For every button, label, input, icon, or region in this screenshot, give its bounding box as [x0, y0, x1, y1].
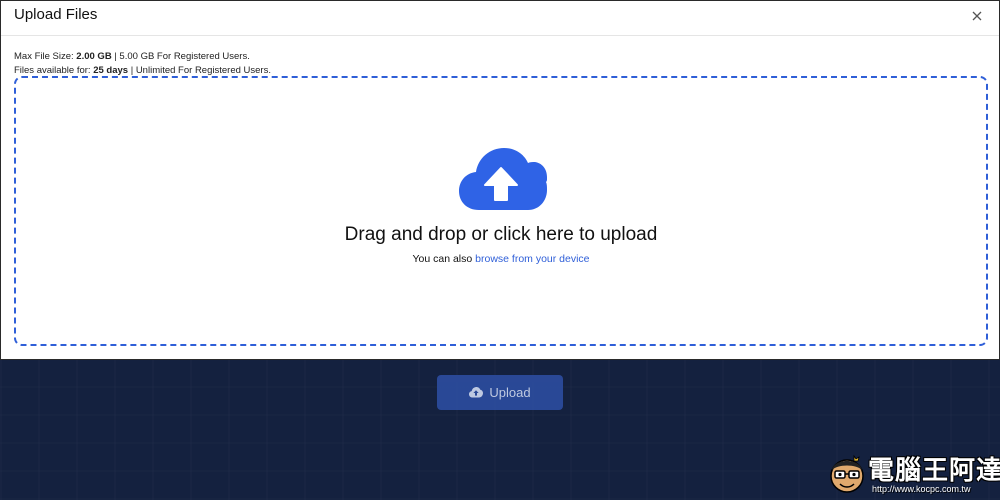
upload-button-label: Upload	[489, 385, 531, 400]
upload-modal: Upload Files Max File Size: 2.00 GB | 5.…	[0, 0, 1000, 360]
cloud-upload-icon	[459, 148, 547, 212]
watermark-text: 電腦王阿達	[868, 456, 1000, 486]
close-icon	[967, 6, 987, 26]
cloud-upload-icon	[469, 387, 484, 398]
max-file-size-value: 2.00 GB	[76, 51, 112, 62]
mascot-face-icon	[828, 454, 866, 494]
availability-value: 25 days	[93, 65, 129, 76]
file-dropzone[interactable]: Drag and drop or click here to upload Yo…	[14, 76, 988, 346]
upload-button[interactable]: Upload	[437, 375, 563, 410]
max-file-size-line: Max File Size: 2.00 GB | 5.00 GB For Reg…	[14, 51, 250, 62]
upload-limits-info: Max File Size: 2.00 GB | 5.00 GB For Reg…	[14, 50, 271, 78]
browse-device-link[interactable]: browse from your device	[475, 253, 589, 265]
watermark-logo: 電腦王阿達 http://www.kocpc.com.tw	[828, 450, 1000, 498]
modal-header: Upload Files	[1, 1, 999, 36]
watermark-url: http://www.kocpc.com.tw	[872, 484, 971, 494]
close-button[interactable]	[967, 6, 987, 26]
modal-title: Upload Files	[14, 6, 98, 23]
dropzone-subtitle: You can also browse from your device	[412, 253, 590, 265]
dropzone-title: Drag and drop or click here to upload	[344, 224, 658, 245]
